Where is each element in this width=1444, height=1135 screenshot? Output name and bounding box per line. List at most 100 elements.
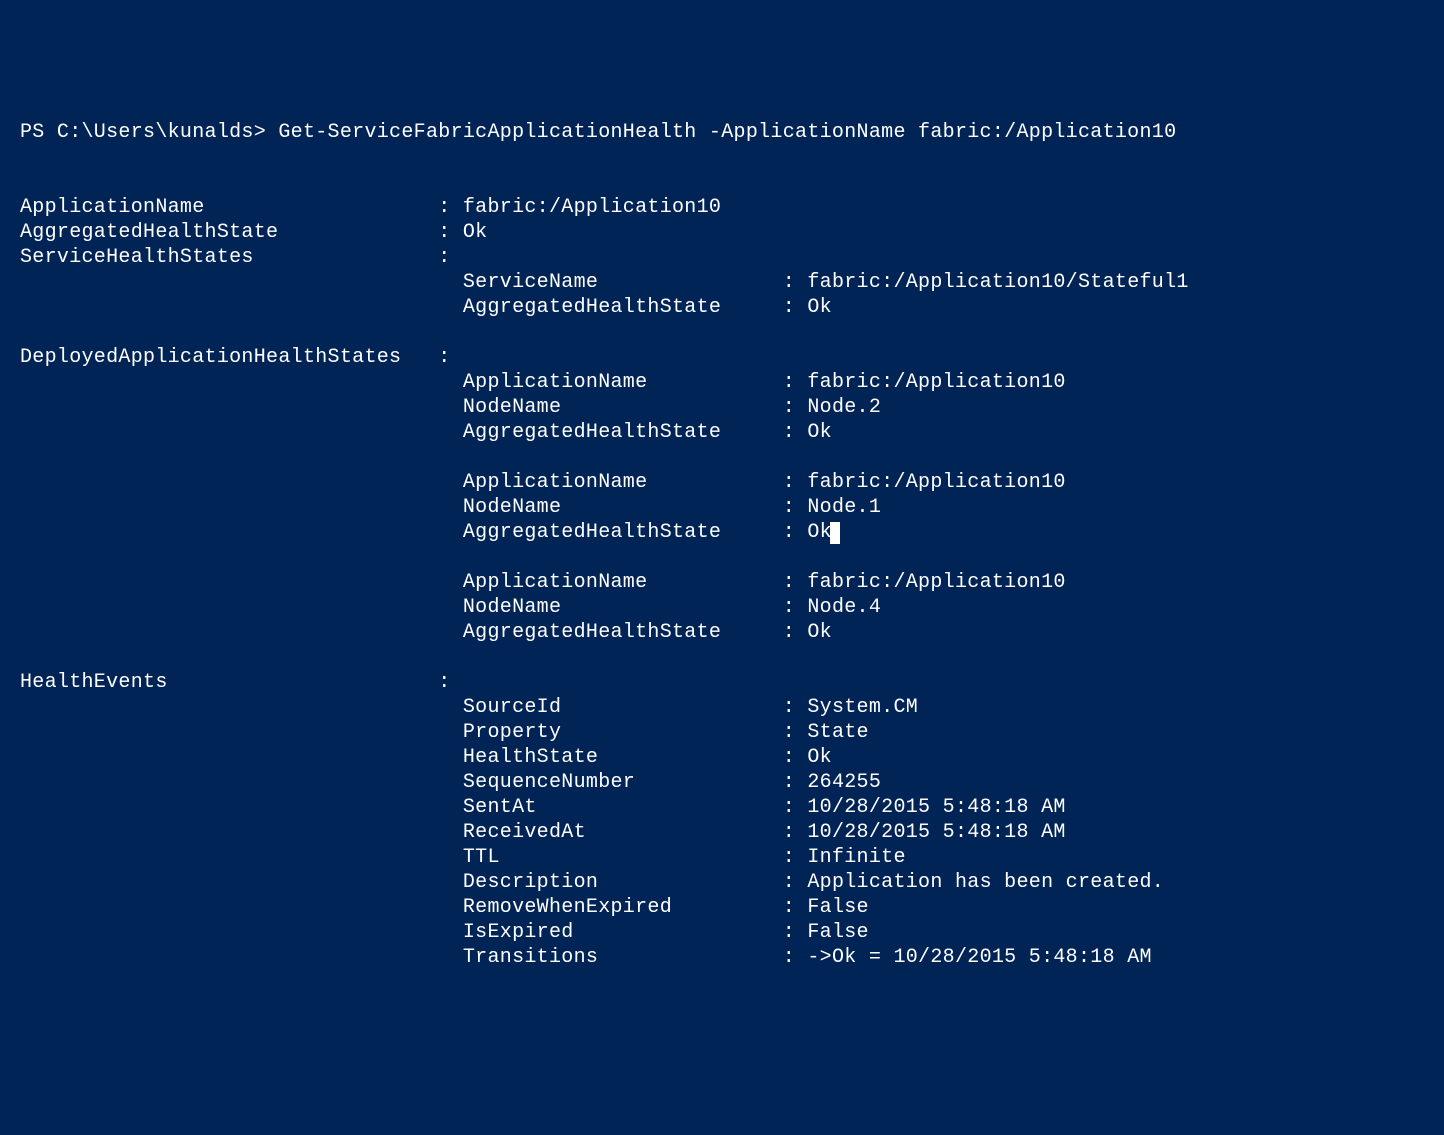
output-line: RemoveWhenExpired : False xyxy=(20,896,869,919)
indent xyxy=(20,896,463,919)
field-label: AggregatedHealthState xyxy=(20,221,426,244)
nested-label: AggregatedHealthState xyxy=(463,296,771,319)
nested-label: SourceId xyxy=(463,696,771,719)
nested-value: Node.1 xyxy=(807,496,881,519)
indent xyxy=(20,471,463,494)
output-line: AggregatedHealthState : Ok xyxy=(20,621,832,644)
output-line: ApplicationName : fabric:/Application10 xyxy=(20,196,721,219)
nested-value: fabric:/Application10 xyxy=(807,571,1065,594)
output-line: Description : Application has been creat… xyxy=(20,871,1164,894)
output-line: NodeName : Node.2 xyxy=(20,396,881,419)
nested-value: Ok xyxy=(807,521,832,544)
indent xyxy=(20,771,463,794)
nested-value: False xyxy=(807,896,869,919)
output-line: IsExpired : False xyxy=(20,921,869,944)
nested-label: ApplicationName xyxy=(463,571,771,594)
nested-value: Node.2 xyxy=(807,396,881,419)
nested-label: Property xyxy=(463,721,771,744)
nested-value: 10/28/2015 5:48:18 AM xyxy=(807,821,1065,844)
indent xyxy=(20,421,463,444)
field-value: fabric:/Application10 xyxy=(463,196,721,219)
output-line: SequenceNumber : 264255 xyxy=(20,771,881,794)
field-label: ServiceHealthStates xyxy=(20,246,426,269)
nested-label: Transitions xyxy=(463,946,771,969)
powershell-terminal[interactable]: PS C:\Users\kunalds> Get-ServiceFabricAp… xyxy=(20,120,1424,970)
indent xyxy=(20,921,463,944)
nested-label: RemoveWhenExpired xyxy=(463,896,771,919)
indent xyxy=(20,746,463,769)
output-line xyxy=(20,546,463,569)
nested-value: Node.4 xyxy=(807,596,881,619)
output-line: SentAt : 10/28/2015 5:48:18 AM xyxy=(20,796,1066,819)
output-line: ServiceName : fabric:/Application10/Stat… xyxy=(20,271,1189,294)
indent xyxy=(20,396,463,419)
nested-value: False xyxy=(807,921,869,944)
nested-value: System.CM xyxy=(807,696,918,719)
indent xyxy=(20,271,463,294)
nested-label: AggregatedHealthState xyxy=(463,621,771,644)
indent xyxy=(20,621,463,644)
nested-value: Infinite xyxy=(807,846,905,869)
output-line: NodeName : Node.1 xyxy=(20,496,881,519)
indent xyxy=(20,571,463,594)
output-line: Property : State xyxy=(20,721,869,744)
output-line: AggregatedHealthState : Ok xyxy=(20,521,840,544)
text-cursor xyxy=(830,522,840,544)
nested-label: ServiceName xyxy=(463,271,771,294)
field-label: ApplicationName xyxy=(20,196,426,219)
field-label: DeployedApplicationHealthStates xyxy=(20,346,426,369)
output-line: ReceivedAt : 10/28/2015 5:48:18 AM xyxy=(20,821,1066,844)
nested-value: ->Ok = 10/28/2015 5:48:18 AM xyxy=(807,946,1151,969)
prompt-line: PS C:\Users\kunalds> Get-ServiceFabricAp… xyxy=(20,121,1176,144)
nested-label: ReceivedAt xyxy=(463,821,771,844)
command-text: Get-ServiceFabricApplicationHealth -Appl… xyxy=(278,121,1176,144)
output-line: HealthState : Ok xyxy=(20,746,832,769)
indent xyxy=(20,871,463,894)
indent xyxy=(20,846,463,869)
nested-label: Description xyxy=(463,871,771,894)
nested-label: NodeName xyxy=(463,596,771,619)
output-line: AggregatedHealthState : Ok xyxy=(20,296,832,319)
nested-value: fabric:/Application10 xyxy=(807,371,1065,394)
nested-label: ApplicationName xyxy=(463,471,771,494)
output-line: HealthEvents : xyxy=(20,671,463,694)
output-line: AggregatedHealthState : Ok xyxy=(20,421,832,444)
output-line xyxy=(20,646,463,669)
nested-label: AggregatedHealthState xyxy=(463,521,771,544)
output-line: ApplicationName : fabric:/Application10 xyxy=(20,571,1066,594)
indent xyxy=(20,796,463,819)
nested-value: Ok xyxy=(807,746,832,769)
nested-label: IsExpired xyxy=(463,921,771,944)
output-line: TTL : Infinite xyxy=(20,846,906,869)
nested-label: HealthState xyxy=(463,746,771,769)
nested-label: ApplicationName xyxy=(463,371,771,394)
output-line: NodeName : Node.4 xyxy=(20,596,881,619)
nested-value: Application has been created. xyxy=(807,871,1164,894)
field-value: Ok xyxy=(463,221,488,244)
indent xyxy=(20,296,463,319)
nested-label: SequenceNumber xyxy=(463,771,771,794)
nested-value: Ok xyxy=(807,421,832,444)
indent xyxy=(20,721,463,744)
indent xyxy=(20,371,463,394)
output-line: AggregatedHealthState : Ok xyxy=(20,221,487,244)
output-line: DeployedApplicationHealthStates : xyxy=(20,346,463,369)
field-label: HealthEvents xyxy=(20,671,426,694)
output-line: ServiceHealthStates : xyxy=(20,246,463,269)
indent xyxy=(20,596,463,619)
nested-value: State xyxy=(807,721,869,744)
indent xyxy=(20,696,463,719)
indent xyxy=(20,946,463,969)
nested-value: Ok xyxy=(807,296,832,319)
prompt-prefix: PS C:\Users\kunalds> xyxy=(20,121,278,144)
indent xyxy=(20,521,463,544)
output-line: ApplicationName : fabric:/Application10 xyxy=(20,471,1066,494)
nested-label: NodeName xyxy=(463,396,771,419)
indent xyxy=(20,821,463,844)
indent xyxy=(20,496,463,519)
nested-value: Ok xyxy=(807,621,832,644)
nested-value: 10/28/2015 5:48:18 AM xyxy=(807,796,1065,819)
output-line xyxy=(20,321,463,344)
nested-label: AggregatedHealthState xyxy=(463,421,771,444)
nested-label: SentAt xyxy=(463,796,771,819)
